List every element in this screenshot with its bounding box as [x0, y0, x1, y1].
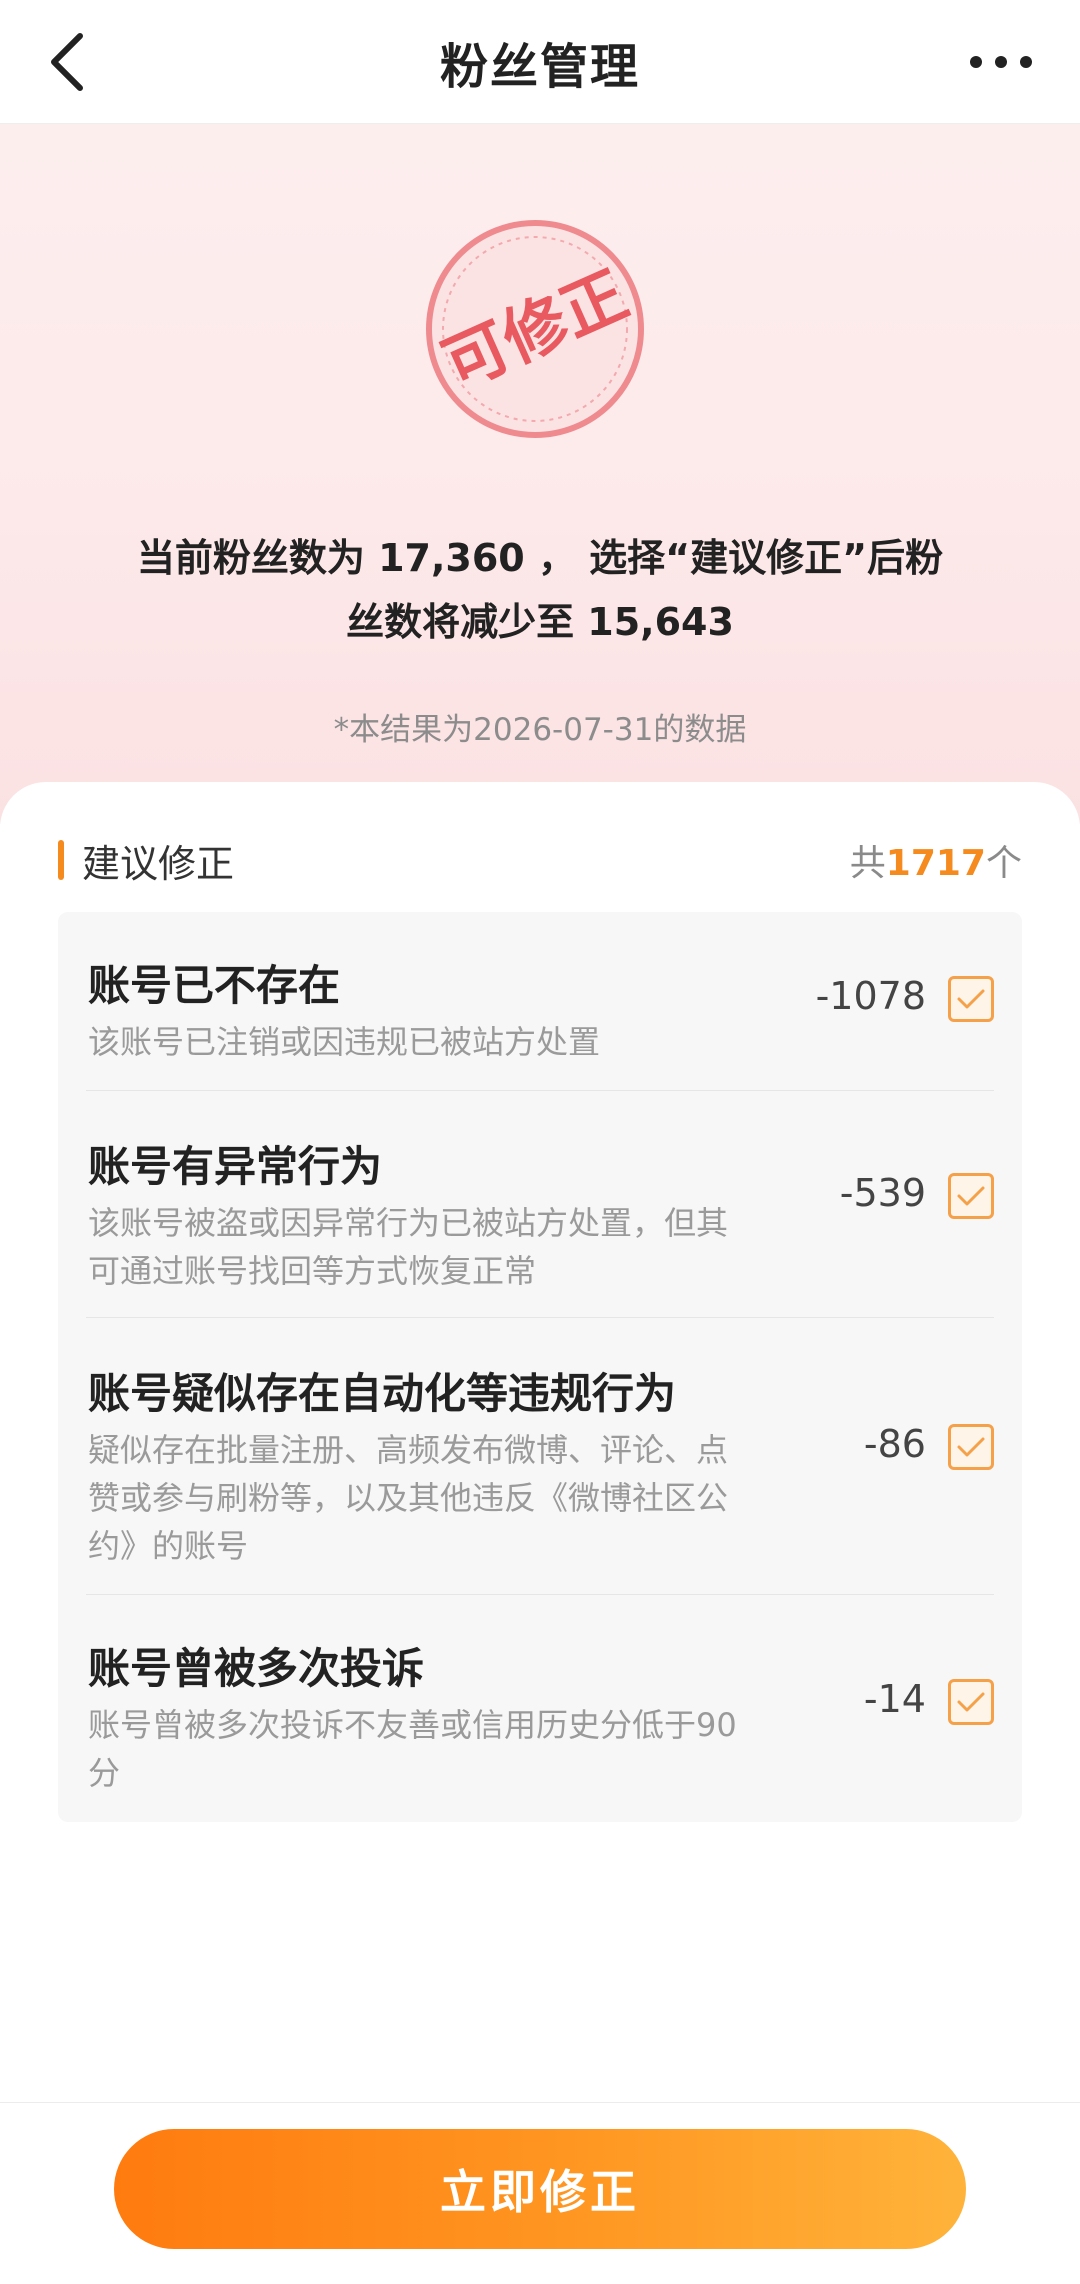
item-title: 账号疑似存在自动化等违规行为 — [88, 1369, 677, 1418]
list-item[interactable]: 账号曾被多次投诉 账号曾被多次投诉不友善或信用历史分低于90 分 -14 — [58, 1595, 1022, 1821]
item-description-line2: 分 — [88, 1754, 121, 1792]
suggestion-panel: 建议修正 共1717个 账号已不存在 该账号已注销或因违规已被站方处置 -107… — [0, 782, 1080, 2102]
item-title: 账号曾被多次投诉 — [88, 1644, 425, 1693]
item-description-line2: 可通过账号找回等方式恢复正常 — [88, 1252, 537, 1290]
chevron-left-icon — [51, 33, 83, 91]
more-button[interactable] — [946, 22, 1056, 102]
check-icon — [957, 1186, 985, 1206]
section-title: 建议修正 — [82, 841, 235, 886]
item-description: 该账号已注销或因违规已被站方处置 — [88, 1023, 601, 1061]
item-checkbox[interactable] — [948, 1424, 994, 1470]
check-icon — [957, 1437, 985, 1457]
section-count: 共1717个 — [850, 834, 1022, 886]
count-prefix: 共 — [849, 843, 886, 884]
back-button[interactable] — [26, 22, 106, 102]
item-description-line3: 约》的账号 — [88, 1527, 249, 1565]
item-value: -539 — [839, 1171, 926, 1215]
item-description-line1: 账号曾被多次投诉不友善或信用历史分低于90 — [88, 1706, 737, 1744]
count-value: 1717 — [885, 843, 986, 884]
count-suffix: 个 — [985, 843, 1022, 884]
item-description-line2: 赞或参与刷粉等，以及其他违反《微博社区公 — [88, 1479, 729, 1517]
check-icon — [957, 1692, 985, 1712]
page-title: 粉丝管理 — [439, 38, 640, 95]
item-description-line1: 疑似存在批量注册、高频发布微博、评论、点 — [88, 1431, 729, 1469]
item-description-line1: 该账号被盗或因异常行为已被站方处置，但其 — [88, 1204, 729, 1242]
item-value: -86 — [863, 1422, 926, 1466]
more-icon — [970, 56, 1032, 68]
suggestion-list: 账号已不存在 该账号已注销或因违规已被站方处置 -1078 账号有异常行为 该账… — [58, 912, 1022, 1822]
item-value: -14 — [863, 1677, 926, 1721]
fan-count-summary-line2: 丝数将减少至 15,643 — [346, 600, 734, 644]
item-title: 账号有异常行为 — [88, 1142, 383, 1191]
item-value: -1078 — [815, 974, 926, 1018]
section-header: 建议修正 共1717个 — [58, 830, 1022, 890]
summary-hero: 可修正 当前粉丝数为 17,360 ， 选择“建议修正”后粉 丝数将减少至 15… — [0, 124, 1080, 824]
fan-count-summary-line1: 当前粉丝数为 17,360 ， 选择“建议修正”后粉 — [136, 536, 944, 580]
list-item[interactable]: 账号有异常行为 该账号被盗或因异常行为已被站方处置，但其 可通过账号找回等方式恢… — [58, 1091, 1022, 1317]
bottom-action-bar: 立即修正 — [0, 2102, 1080, 2284]
list-item[interactable]: 账号疑似存在自动化等违规行为 疑似存在批量注册、高频发布微博、评论、点 赞或参与… — [58, 1318, 1022, 1594]
fix-now-button[interactable]: 立即修正 — [114, 2129, 966, 2249]
data-date-note: *本结果为2026-07-31的数据 — [333, 712, 747, 748]
item-checkbox[interactable] — [948, 1679, 994, 1725]
check-icon — [957, 989, 985, 1009]
item-title: 账号已不存在 — [88, 961, 341, 1010]
top-nav-bar: 粉丝管理 — [0, 0, 1080, 124]
section-accent-bar — [58, 840, 64, 880]
item-checkbox[interactable] — [948, 976, 994, 1022]
correctable-stamp: 可修正 — [426, 220, 644, 438]
item-checkbox[interactable] — [948, 1173, 994, 1219]
list-item[interactable]: 账号已不存在 该账号已注销或因违规已被站方处置 -1078 — [58, 912, 1022, 1090]
